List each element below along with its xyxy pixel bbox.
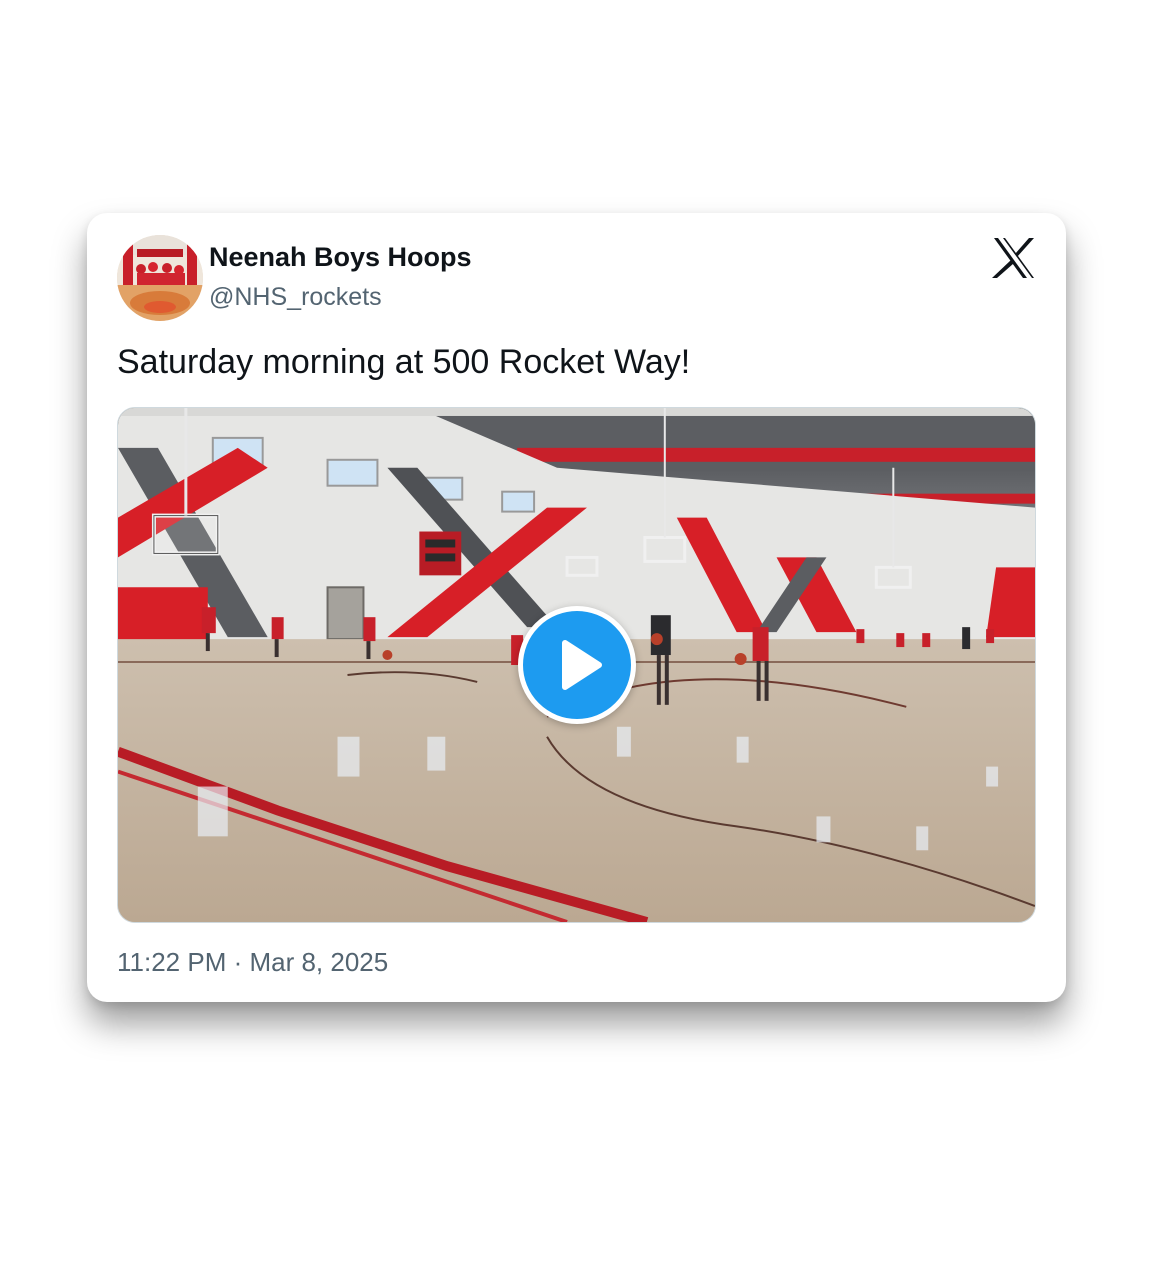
- tweet-card: Neenah Boys Hoops @NHS_rockets Saturday …: [87, 213, 1066, 1002]
- tweet-text: Saturday morning at 500 Rocket Way!: [117, 343, 691, 381]
- play-button[interactable]: [518, 606, 636, 724]
- play-icon: [562, 640, 602, 690]
- video-player[interactable]: [117, 407, 1036, 923]
- author-handle[interactable]: @NHS_rockets: [209, 283, 382, 312]
- author-display-name[interactable]: Neenah Boys Hoops: [209, 242, 472, 273]
- x-logo-icon[interactable]: [992, 237, 1036, 279]
- profile-avatar[interactable]: [117, 235, 203, 321]
- tweet-timestamp[interactable]: 11:22 PM · Mar 8, 2025: [117, 947, 388, 978]
- avatar-image: [117, 235, 203, 321]
